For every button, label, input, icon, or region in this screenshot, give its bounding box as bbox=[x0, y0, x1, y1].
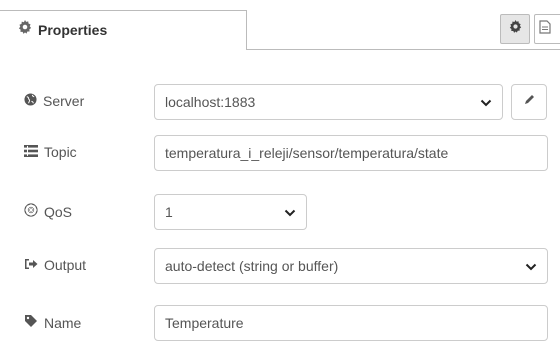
tab-bar: Properties bbox=[0, 0, 560, 50]
qos-icon bbox=[24, 203, 38, 220]
topic-input[interactable]: temperatura_i_releji/sensor/temperatura/… bbox=[154, 135, 548, 171]
topic-value: temperatura_i_releji/sensor/temperatura/… bbox=[165, 145, 449, 161]
server-select[interactable]: localhost:1883 bbox=[154, 84, 503, 120]
name-value: Temperature bbox=[165, 315, 244, 331]
server-label: Server bbox=[24, 93, 84, 109]
qos-label: QoS bbox=[24, 203, 72, 220]
tab-properties[interactable]: Properties bbox=[0, 10, 247, 50]
name-input[interactable]: Temperature bbox=[154, 305, 548, 341]
gear-icon bbox=[18, 20, 32, 39]
output-value: auto-detect (string or buffer) bbox=[165, 258, 339, 274]
output-label: Output bbox=[24, 257, 86, 273]
document-icon bbox=[539, 19, 551, 39]
chevron-down-icon bbox=[284, 204, 296, 220]
pencil-icon bbox=[523, 93, 535, 111]
output-select[interactable]: auto-detect (string or buffer) bbox=[154, 248, 548, 284]
sign-out-icon bbox=[24, 257, 38, 273]
qos-value: 1 bbox=[165, 204, 173, 220]
edit-server-button[interactable] bbox=[511, 84, 547, 120]
list-icon bbox=[24, 144, 38, 160]
globe-icon bbox=[24, 93, 37, 109]
name-label: Name bbox=[24, 314, 81, 331]
chevron-down-icon bbox=[525, 258, 537, 274]
tab-bar-divider bbox=[247, 49, 560, 50]
tag-icon bbox=[24, 314, 38, 331]
topic-label: Topic bbox=[24, 144, 77, 160]
qos-select[interactable]: 1 bbox=[154, 194, 307, 230]
chevron-down-icon bbox=[480, 94, 492, 110]
settings-button[interactable] bbox=[500, 14, 530, 44]
tab-label: Properties bbox=[38, 21, 108, 38]
gear-icon bbox=[509, 20, 522, 38]
server-value: localhost:1883 bbox=[165, 94, 256, 110]
description-button[interactable] bbox=[534, 14, 560, 44]
